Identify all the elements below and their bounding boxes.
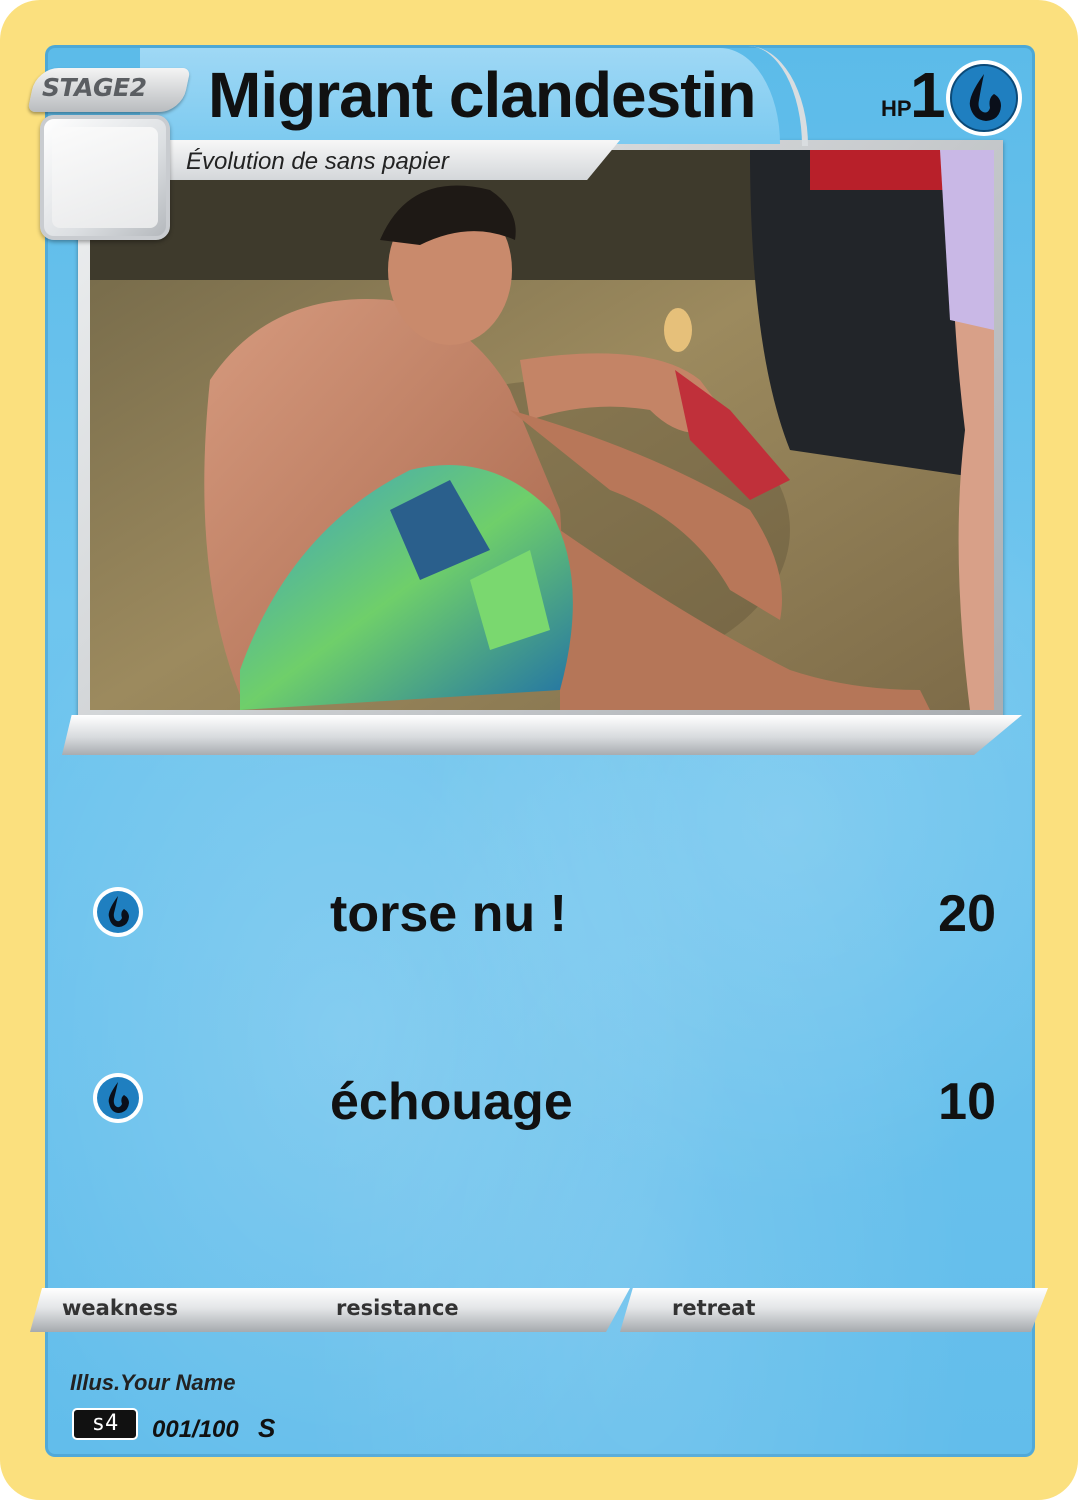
illustration-photo bbox=[90, 150, 994, 710]
card-name: Migrant clandestin bbox=[208, 59, 756, 131]
weakness-label: weakness bbox=[62, 1296, 178, 1320]
illustration-bottom-bar bbox=[62, 715, 1022, 755]
illustration bbox=[90, 150, 994, 710]
hp-label: HP bbox=[881, 96, 912, 121]
hp-value: 1 bbox=[910, 59, 946, 131]
attack-damage: 10 bbox=[938, 1073, 996, 1131]
resistance-label: resistance bbox=[336, 1296, 459, 1320]
illustrator-credit: Illus.Your Name bbox=[70, 1370, 236, 1395]
pokemon-card: Évolution de sans papier STAGE2 Migrant … bbox=[0, 0, 1078, 1500]
attack-name: torse nu ! bbox=[330, 885, 567, 943]
attack-damage: 20 bbox=[938, 885, 996, 943]
rarity-symbol: S bbox=[258, 1413, 276, 1443]
set-code: s4 bbox=[72, 1408, 138, 1440]
card-number: 001/100 bbox=[152, 1416, 239, 1443]
water-energy-icon bbox=[93, 1073, 143, 1123]
water-energy-icon bbox=[946, 60, 1022, 136]
water-energy-icon bbox=[93, 887, 143, 937]
attack-name: échouage bbox=[330, 1073, 573, 1131]
pre-evolution-box bbox=[40, 115, 170, 240]
evolution-text: Évolution de sans papier bbox=[186, 148, 449, 175]
stage-label: STAGE2 bbox=[42, 73, 147, 102]
pre-evolution-image-slot bbox=[52, 127, 158, 228]
retreat-label: retreat bbox=[672, 1296, 756, 1320]
